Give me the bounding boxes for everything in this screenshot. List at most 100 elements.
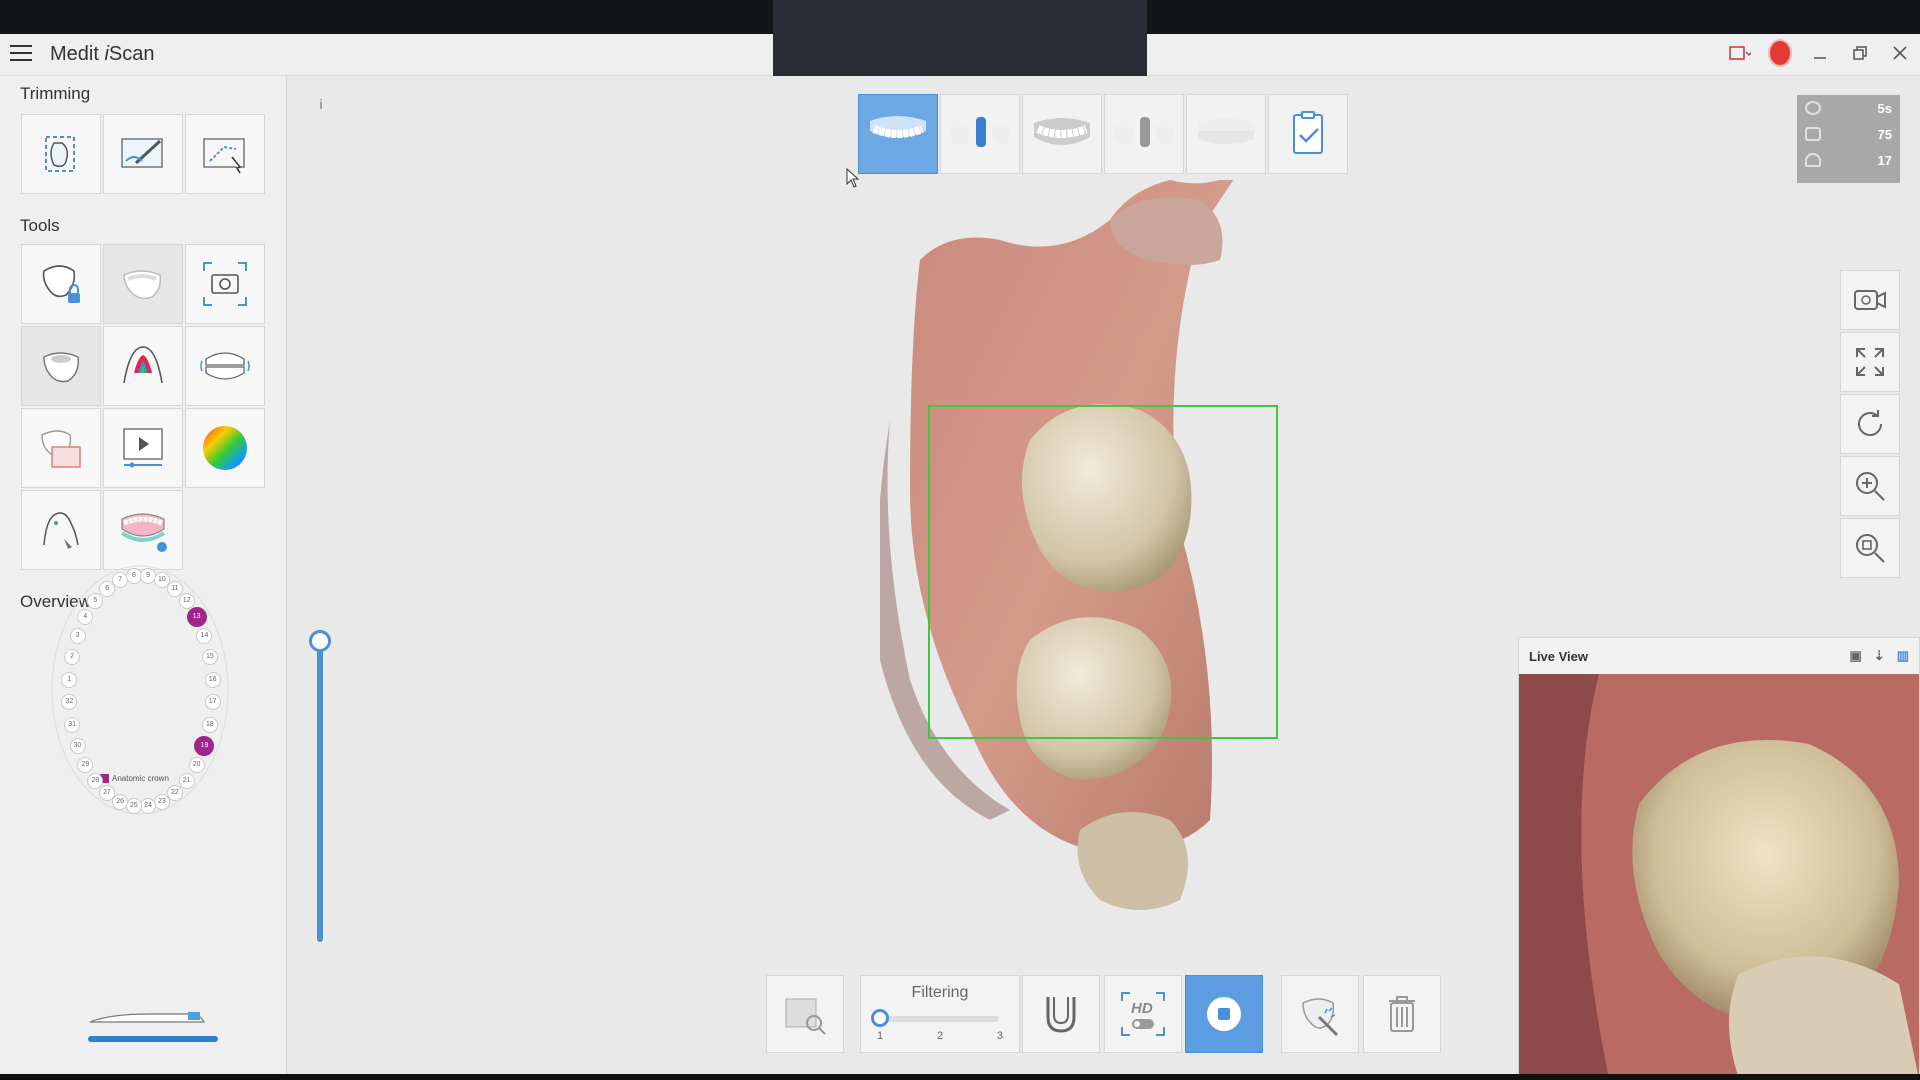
arch-mode-button[interactable] bbox=[1022, 975, 1100, 1053]
trimming-tools bbox=[21, 114, 265, 194]
tooth-fill-button[interactable] bbox=[103, 244, 183, 324]
smart-filter-button[interactable] bbox=[1281, 975, 1359, 1053]
stage-tabs bbox=[858, 94, 1348, 174]
live-view-controls: ▣ ⇣ ▥ bbox=[1850, 648, 1910, 664]
tooth-30[interactable]: 30 bbox=[69, 737, 86, 754]
minimize-button[interactable] bbox=[1808, 41, 1832, 65]
tooth-1[interactable]: 1 bbox=[61, 671, 78, 688]
tooth-13[interactable]: 13 bbox=[186, 607, 207, 628]
tooth-fill-icon bbox=[123, 270, 162, 300]
frames-icon bbox=[1805, 127, 1821, 141]
tooth-3[interactable]: 3 bbox=[69, 628, 86, 645]
restore-button[interactable] bbox=[1848, 41, 1872, 65]
hd-toggle-button[interactable]: HD bbox=[1104, 975, 1182, 1053]
fit-view-button[interactable] bbox=[1840, 332, 1900, 392]
color-wheel-button[interactable] bbox=[185, 408, 265, 488]
live-camera-feed bbox=[1519, 674, 1919, 1079]
stat-frames: 75 bbox=[1797, 121, 1900, 147]
vertical-slider-track[interactable] bbox=[317, 634, 323, 942]
view-tools bbox=[1840, 270, 1900, 578]
scan-stats-panel: 5s 75 17 bbox=[1797, 95, 1900, 183]
filtering-knob[interactable] bbox=[871, 1009, 889, 1027]
replay-button[interactable] bbox=[103, 408, 183, 488]
tooth-28[interactable]: 28 bbox=[87, 772, 104, 789]
pin-icon[interactable]: ⇣ bbox=[1874, 648, 1885, 664]
expand-icon bbox=[1856, 348, 1884, 376]
capture-screen-button[interactable] bbox=[185, 244, 265, 324]
delete-button[interactable] bbox=[1363, 975, 1441, 1053]
tooth-23[interactable]: 23 bbox=[153, 794, 170, 810]
occlusion-button[interactable] bbox=[185, 326, 265, 406]
stage-mandible-tab[interactable] bbox=[1022, 94, 1102, 174]
close-button[interactable] bbox=[1888, 41, 1912, 65]
tooth-overview-chart: Anatomic crown 1 2 3 4 5 6 7 8 9 10 11 12 13 14 15 16 17… bbox=[40, 550, 250, 950]
scan-compare-icon bbox=[41, 430, 81, 468]
undercut-icon bbox=[123, 346, 163, 384]
margin-tooth-button[interactable] bbox=[21, 326, 101, 406]
info-icon[interactable]: i bbox=[313, 96, 329, 112]
tooth-21[interactable]: 21 bbox=[178, 772, 195, 789]
stage-occlusion-tab[interactable] bbox=[1186, 94, 1266, 174]
zoom-in-button[interactable] bbox=[1840, 456, 1900, 516]
stage-maxilla-tab[interactable] bbox=[858, 94, 938, 174]
scan-compare-button[interactable] bbox=[21, 408, 101, 488]
tooth-31[interactable]: 31 bbox=[64, 716, 81, 733]
tools-grid bbox=[21, 244, 265, 570]
tooth-26[interactable]: 26 bbox=[112, 794, 129, 810]
screen-mode-icon[interactable] bbox=[1728, 41, 1752, 65]
vertical-slider-knob[interactable] bbox=[309, 630, 331, 652]
window-controls bbox=[1728, 39, 1912, 67]
filtering-ticks: 1 2 3 bbox=[877, 1030, 1003, 1042]
lower-abutment-icon bbox=[1114, 117, 1174, 147]
stat-hand: 17 bbox=[1797, 147, 1900, 173]
snapshot-icon[interactable]: ▣ bbox=[1850, 648, 1862, 664]
ai-scan-button[interactable] bbox=[766, 975, 844, 1053]
tools-title: Tools bbox=[20, 216, 60, 235]
tooth-20[interactable]: 20 bbox=[188, 756, 205, 773]
occlusion-icon bbox=[200, 352, 250, 380]
video-camera-button[interactable] bbox=[1840, 270, 1900, 330]
arch-denture-icon bbox=[120, 513, 167, 552]
tooth-29[interactable]: 29 bbox=[77, 756, 94, 773]
dock-icon[interactable]: ▥ bbox=[1897, 648, 1909, 664]
filtering-track[interactable] bbox=[881, 1016, 999, 1022]
tooth-16[interactable]: 16 bbox=[204, 671, 221, 688]
rotate-icon bbox=[1858, 410, 1882, 436]
select-area-icon bbox=[45, 136, 75, 172]
brush-trim-button[interactable] bbox=[103, 114, 183, 194]
mouse-cursor-icon bbox=[846, 168, 860, 188]
top-notch-panel bbox=[773, 0, 1147, 84]
bottom-strip bbox=[0, 1074, 1920, 1080]
svg-text:HD: HD bbox=[1131, 1000, 1153, 1017]
stage-mandible-abutment-tab[interactable] bbox=[1104, 94, 1184, 174]
zoom-fit-icon bbox=[1856, 534, 1885, 563]
video-camera-icon bbox=[1854, 290, 1886, 310]
zoom-in-icon bbox=[1856, 472, 1885, 501]
hd-icon: HD bbox=[1121, 992, 1165, 1036]
undercut-button[interactable] bbox=[103, 326, 183, 406]
timer-icon bbox=[1805, 101, 1821, 115]
stop-scan-button[interactable] bbox=[1185, 975, 1263, 1053]
color-wheel-icon bbox=[203, 426, 247, 470]
arch-mode-icon bbox=[1046, 997, 1076, 1033]
upper-abutment-icon bbox=[950, 117, 1010, 147]
tooth-18[interactable]: 18 bbox=[201, 716, 218, 733]
menu-icon[interactable] bbox=[10, 45, 32, 63]
filtering-control[interactable]: Filtering 1 2 3 bbox=[860, 975, 1020, 1053]
stage-checklist-tab[interactable] bbox=[1268, 94, 1348, 174]
lasso-trim-button[interactable] bbox=[185, 114, 265, 194]
select-area-button[interactable] bbox=[21, 114, 101, 194]
app-title: Medit iScan bbox=[50, 43, 155, 65]
stop-icon bbox=[1207, 997, 1241, 1031]
brush-trim-icon bbox=[121, 138, 163, 168]
zoom-fit-button[interactable] bbox=[1840, 518, 1900, 578]
stat-timer: 5s bbox=[1797, 95, 1900, 121]
stage-maxilla-abutment-tab[interactable] bbox=[940, 94, 1020, 174]
upper-jaw-icon bbox=[870, 116, 926, 138]
tooth-17[interactable]: 17 bbox=[204, 694, 221, 711]
lock-tooth-button[interactable] bbox=[21, 244, 101, 324]
record-icon[interactable] bbox=[1768, 39, 1792, 67]
scanner-handpiece-icon bbox=[89, 1012, 205, 1023]
replay-icon bbox=[123, 428, 163, 468]
rotate-view-button[interactable] bbox=[1840, 394, 1900, 454]
